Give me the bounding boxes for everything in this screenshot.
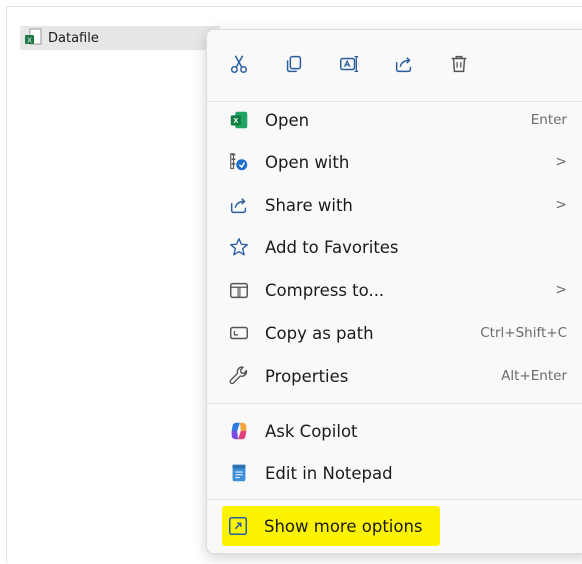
cut-button[interactable] [223, 48, 255, 80]
share-button[interactable] [388, 48, 420, 80]
zip-folder-icon [227, 278, 251, 302]
svg-text:X: X [27, 38, 32, 45]
menu-item-open-with[interactable]: Open with > [217, 144, 581, 180]
context-menu-toolbar [223, 48, 475, 80]
trash-icon [451, 55, 467, 73]
share-icon [395, 57, 412, 73]
menu-item-open[interactable]: X Open Enter [217, 102, 581, 138]
rename-button[interactable] [333, 48, 365, 80]
star-icon [227, 235, 251, 259]
delete-button[interactable] [443, 48, 475, 80]
file-name: Datafile [48, 30, 99, 46]
chevron-right-icon: > [555, 154, 567, 170]
expand-icon [226, 514, 250, 538]
menu-item-properties[interactable]: Properties Alt+Enter [217, 358, 581, 394]
open-with-icon [227, 150, 251, 174]
separator [207, 403, 582, 404]
notepad-icon [227, 461, 251, 485]
menu-item-edit-in-notepad[interactable]: Edit in Notepad [217, 455, 581, 491]
svg-text:X: X [233, 116, 238, 125]
excel-icon: X [227, 108, 251, 132]
rename-icon [340, 56, 359, 72]
menu-item-show-more-options[interactable]: Show more options [216, 508, 580, 544]
excel-file-icon: X [24, 28, 42, 48]
menu-item-share-with[interactable]: Share with > [217, 187, 581, 223]
copy-button[interactable] [278, 48, 310, 80]
path-icon [227, 321, 251, 345]
menu-item-ask-copilot[interactable]: Ask Copilot [217, 413, 581, 449]
wrench-icon [227, 364, 251, 388]
scissors-icon [230, 55, 248, 73]
file-item-datafile[interactable]: X Datafile [20, 26, 220, 50]
menu-item-compress-to[interactable]: Compress to... > [217, 272, 581, 308]
chevron-right-icon: > [555, 197, 567, 213]
separator [207, 499, 582, 500]
context-menu: X Open Enter Open with > Share with > Ad… [206, 29, 582, 554]
menu-item-add-to-favorites[interactable]: Add to Favorites [217, 229, 581, 265]
share-icon [227, 193, 251, 217]
menu-item-copy-as-path[interactable]: Copy as path Ctrl+Shift+C [217, 315, 581, 351]
copy-icon [286, 55, 302, 73]
copilot-icon [227, 419, 251, 443]
chevron-right-icon: > [555, 282, 567, 298]
